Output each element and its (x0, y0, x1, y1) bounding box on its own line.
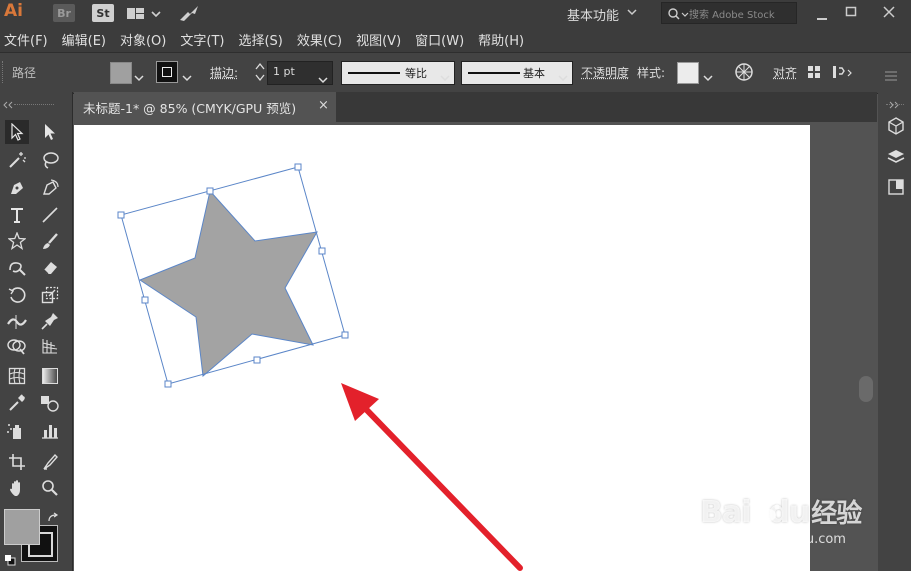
bounding-box-handle[interactable] (318, 247, 326, 255)
bounding-box-handle[interactable] (206, 187, 214, 195)
layers-icon[interactable] (887, 148, 905, 170)
artwork-layer (117, 163, 523, 571)
baidu-watermark-logo: Bai du经验 (700, 495, 862, 530)
star-shape[interactable] (138, 189, 318, 377)
scrollbar-thumb[interactable] (859, 376, 873, 402)
bounding-box-handle[interactable] (117, 211, 125, 219)
bounding-box-handle[interactable] (141, 296, 149, 304)
annotation-arrow-shaft (357, 400, 523, 571)
libraries-icon[interactable] (887, 117, 905, 139)
bounding-box-handle[interactable] (341, 331, 349, 339)
artboards-panel-icon[interactable] (887, 178, 905, 200)
bounding-box-handle[interactable] (253, 356, 261, 364)
right-panel-dock (878, 92, 911, 571)
baidu-watermark-url: jingyan.baidu.com (726, 532, 846, 547)
bounding-box-handle[interactable] (294, 163, 302, 171)
bounding-box-handle[interactable] (164, 380, 172, 388)
baidu-paw-icon (758, 497, 780, 527)
